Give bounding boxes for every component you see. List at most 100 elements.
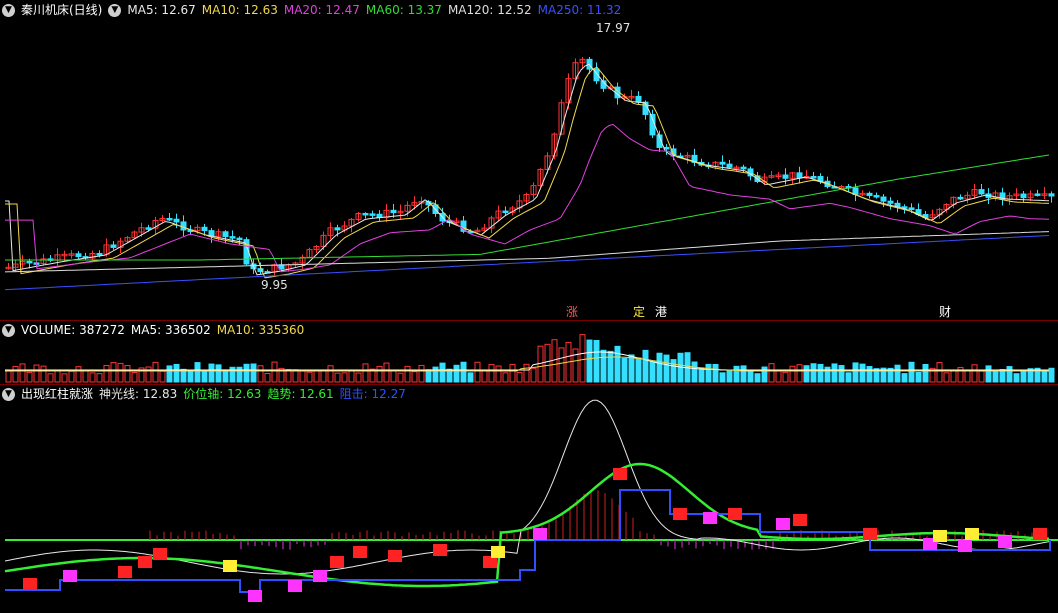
signal-block bbox=[965, 528, 979, 540]
collapse-icon[interactable]: ▼ bbox=[2, 387, 15, 401]
volume-bar bbox=[404, 365, 411, 383]
signal-block bbox=[433, 544, 447, 556]
volume-bar bbox=[495, 365, 502, 383]
volume-bar bbox=[397, 372, 404, 383]
candle-body bbox=[369, 213, 376, 216]
volume-bar bbox=[320, 369, 327, 383]
volume-bar bbox=[943, 372, 950, 383]
volume-bar bbox=[782, 371, 789, 383]
volume-bar bbox=[362, 363, 369, 383]
signal-block bbox=[23, 578, 37, 590]
signal-block bbox=[613, 468, 627, 480]
candle-body bbox=[376, 213, 383, 218]
candle-body bbox=[726, 163, 733, 168]
signal-block bbox=[223, 560, 237, 572]
price-panel[interactable]: ▼ 秦川机床(日线) ▼ MA5: 12.67 MA10: 12.63 MA20… bbox=[0, 0, 1058, 320]
price-legend: ▼ 秦川机床(日线) ▼ MA5: 12.67 MA10: 12.63 MA20… bbox=[0, 0, 621, 20]
volume-bar bbox=[922, 364, 929, 383]
event-marker-gang[interactable]: 港 bbox=[655, 305, 667, 319]
candle-body bbox=[390, 209, 397, 214]
candle-body bbox=[1048, 193, 1055, 197]
candle-body bbox=[96, 253, 103, 256]
volume-bar bbox=[719, 372, 726, 383]
volume-bar bbox=[712, 363, 719, 383]
signal-block bbox=[313, 570, 327, 582]
volume-bar bbox=[775, 369, 782, 383]
qushi-label: 趋势: 12.61 bbox=[267, 387, 334, 401]
volume-bar bbox=[761, 366, 768, 383]
volume-bar bbox=[264, 372, 271, 383]
volume-bar bbox=[593, 340, 600, 383]
volume-bar bbox=[12, 365, 19, 383]
volume-bar bbox=[1041, 370, 1048, 383]
ma250-line bbox=[4, 235, 1050, 291]
zuji-label: 阻击: 12.27 bbox=[339, 387, 406, 401]
volume-bar bbox=[243, 363, 250, 383]
volume-bar bbox=[474, 361, 481, 383]
stock-title: 秦川机床(日线) bbox=[21, 3, 103, 17]
collapse-icon[interactable]: ▼ bbox=[2, 3, 15, 17]
collapse-icon[interactable]: ▼ bbox=[108, 3, 122, 17]
volume-bar bbox=[467, 372, 474, 383]
volume-bar bbox=[222, 369, 229, 383]
volume-bar bbox=[768, 363, 775, 383]
volume-ma5-line bbox=[5, 351, 1049, 371]
volume-bar bbox=[544, 343, 551, 383]
volume-bar bbox=[649, 361, 656, 383]
event-marker-ding[interactable]: 定 bbox=[633, 305, 645, 319]
candle-body bbox=[180, 221, 187, 231]
indicator-panel[interactable]: ▼ 出现红柱就涨 神光线: 12.83 价位轴: 12.63 趋势: 12.61… bbox=[0, 384, 1058, 613]
signal-block bbox=[958, 540, 972, 552]
volume-bar bbox=[859, 363, 866, 383]
volume-bar bbox=[425, 369, 432, 383]
volume-bar bbox=[166, 365, 173, 383]
candle-body bbox=[1020, 193, 1027, 199]
volume-bar bbox=[586, 339, 593, 383]
candle-body bbox=[796, 172, 803, 179]
candle-body bbox=[222, 231, 229, 238]
indicator-chart[interactable] bbox=[0, 384, 1058, 613]
volume-bar bbox=[103, 365, 110, 383]
signal-block bbox=[1033, 528, 1047, 540]
candle-body bbox=[782, 174, 789, 179]
volume-bar bbox=[509, 363, 516, 383]
volume-bar bbox=[796, 364, 803, 383]
collapse-icon[interactable]: ▼ bbox=[2, 323, 15, 337]
volume-bar bbox=[621, 357, 628, 383]
shenguang-label: 神光线: 12.83 bbox=[99, 387, 178, 401]
volume-bar bbox=[327, 365, 334, 383]
volume-bar bbox=[432, 366, 439, 383]
volume-bar bbox=[691, 361, 698, 383]
jiawei-label: 价位轴: 12.63 bbox=[183, 387, 262, 401]
volume-bar bbox=[355, 372, 362, 383]
candle-body bbox=[873, 195, 880, 198]
candle-body bbox=[75, 253, 82, 258]
candle-body bbox=[362, 212, 369, 216]
volume-bar bbox=[152, 361, 159, 383]
candle-body bbox=[229, 236, 236, 239]
volume-bar bbox=[670, 359, 677, 383]
volume-ma5: MA5: 336502 bbox=[130, 323, 211, 337]
volume-bar bbox=[306, 371, 313, 383]
signal-block bbox=[673, 508, 687, 520]
volume-bar bbox=[516, 372, 523, 383]
candlestick-chart[interactable] bbox=[0, 0, 1058, 320]
candle-body bbox=[635, 95, 642, 103]
shenguang-line bbox=[4, 399, 1050, 575]
volume-bar bbox=[824, 366, 831, 383]
volume-bar bbox=[789, 365, 796, 383]
event-marker-cai[interactable]: 财 bbox=[939, 305, 951, 319]
volume-bar bbox=[600, 349, 607, 383]
event-marker-zhang[interactable]: 涨 bbox=[566, 305, 578, 319]
volume-bar bbox=[96, 373, 103, 383]
signal-block bbox=[533, 528, 547, 540]
signal-block bbox=[138, 556, 152, 568]
signal-block bbox=[998, 536, 1012, 548]
volume-panel[interactable]: ▼ VOLUME: 387272 MA5: 336502 MA10: 33536… bbox=[0, 320, 1058, 384]
volume-bar bbox=[747, 371, 754, 383]
signal-block bbox=[793, 514, 807, 526]
candle-body bbox=[866, 192, 873, 197]
volume-bar bbox=[502, 372, 509, 383]
volume-bar bbox=[481, 370, 488, 383]
volume-bar bbox=[68, 370, 75, 383]
